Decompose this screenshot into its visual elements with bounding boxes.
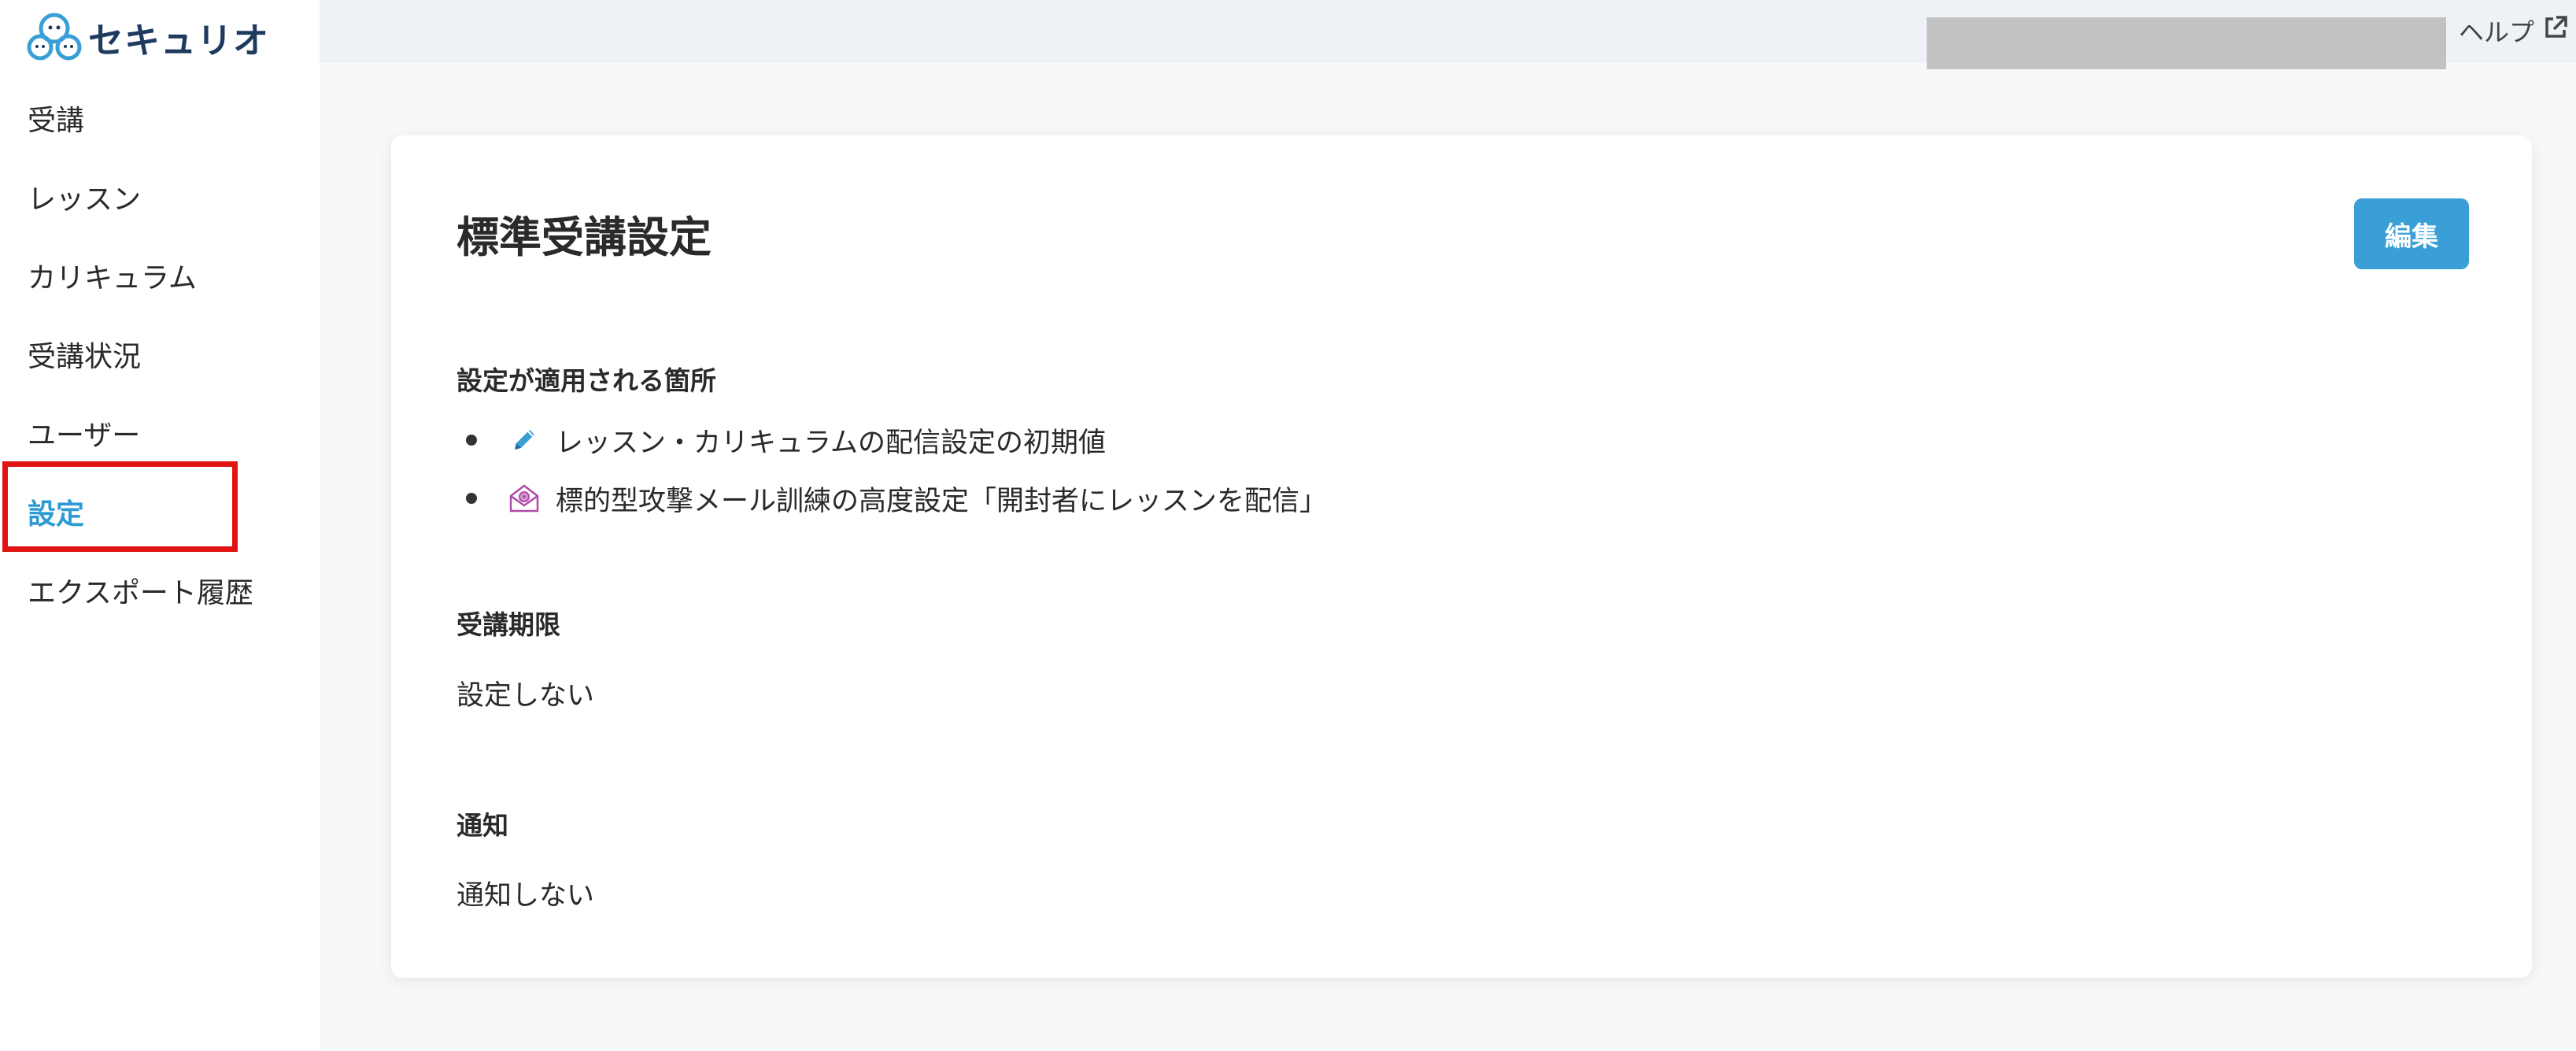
applies-to-item-text: 標的型攻撃メール訓練の高度設定「開封者にレッスンを配信」 — [556, 485, 1328, 517]
settings-highlight-box — [2, 461, 238, 552]
logo-mascot-icon — [27, 11, 82, 63]
applies-to-list: レッスン・カリキュラムの配信設定の初期値 標的型攻撃メール訓練の高度設定「開封者… — [466, 411, 1327, 527]
settings-card: 標準受講設定 編集 設定が適用される箇所 レッスン・カリキュラムの配信設定の初期… — [391, 135, 2532, 978]
sidebar-item-curriculum[interactable]: カリキュラム — [0, 236, 320, 315]
bullet-icon — [466, 493, 477, 504]
deadline-label: 受講期限 — [456, 609, 560, 640]
redacted-account-area — [1927, 17, 2446, 69]
sidebar-item-lessons-attend[interactable]: 受講 — [0, 79, 320, 157]
help-link[interactable]: ヘルプ — [2459, 11, 2569, 50]
sidebar-item-users[interactable]: ユーザー — [0, 394, 320, 472]
deadline-value: 設定しない — [456, 680, 595, 712]
logo-text: セキュリオ — [88, 19, 270, 61]
list-item: 標的型攻撃メール訓練の高度設定「開封者にレッスンを配信」 — [466, 469, 1327, 527]
sidebar: セキュリオ 受講 レッスン カリキュラム 受講状況 ユーザー 設定 エクスポート… — [0, 0, 320, 1051]
edit-button[interactable]: 編集 — [2354, 198, 2469, 269]
sidebar-item-lessons[interactable]: レッスン — [0, 157, 320, 236]
external-link-icon — [2534, 14, 2569, 47]
list-item: レッスン・カリキュラムの配信設定の初期値 — [466, 411, 1327, 469]
page-title: 標準受講設定 — [456, 213, 711, 262]
pencil-icon — [507, 423, 541, 457]
sidebar-item-status[interactable]: 受講状況 — [0, 315, 320, 394]
phishing-mail-icon — [507, 481, 541, 516]
notification-value: 通知しない — [456, 880, 595, 912]
help-label: ヘルプ — [2459, 17, 2535, 47]
applies-to-label: 設定が適用される箇所 — [456, 365, 716, 396]
applies-to-item-text: レッスン・カリキュラムの配信設定の初期値 — [556, 427, 1106, 459]
bullet-icon — [466, 435, 477, 446]
notification-label: 通知 — [456, 810, 508, 841]
sidebar-item-export-history[interactable]: エクスポート履歴 — [0, 551, 320, 630]
app-logo[interactable]: セキュリオ — [27, 9, 269, 65]
